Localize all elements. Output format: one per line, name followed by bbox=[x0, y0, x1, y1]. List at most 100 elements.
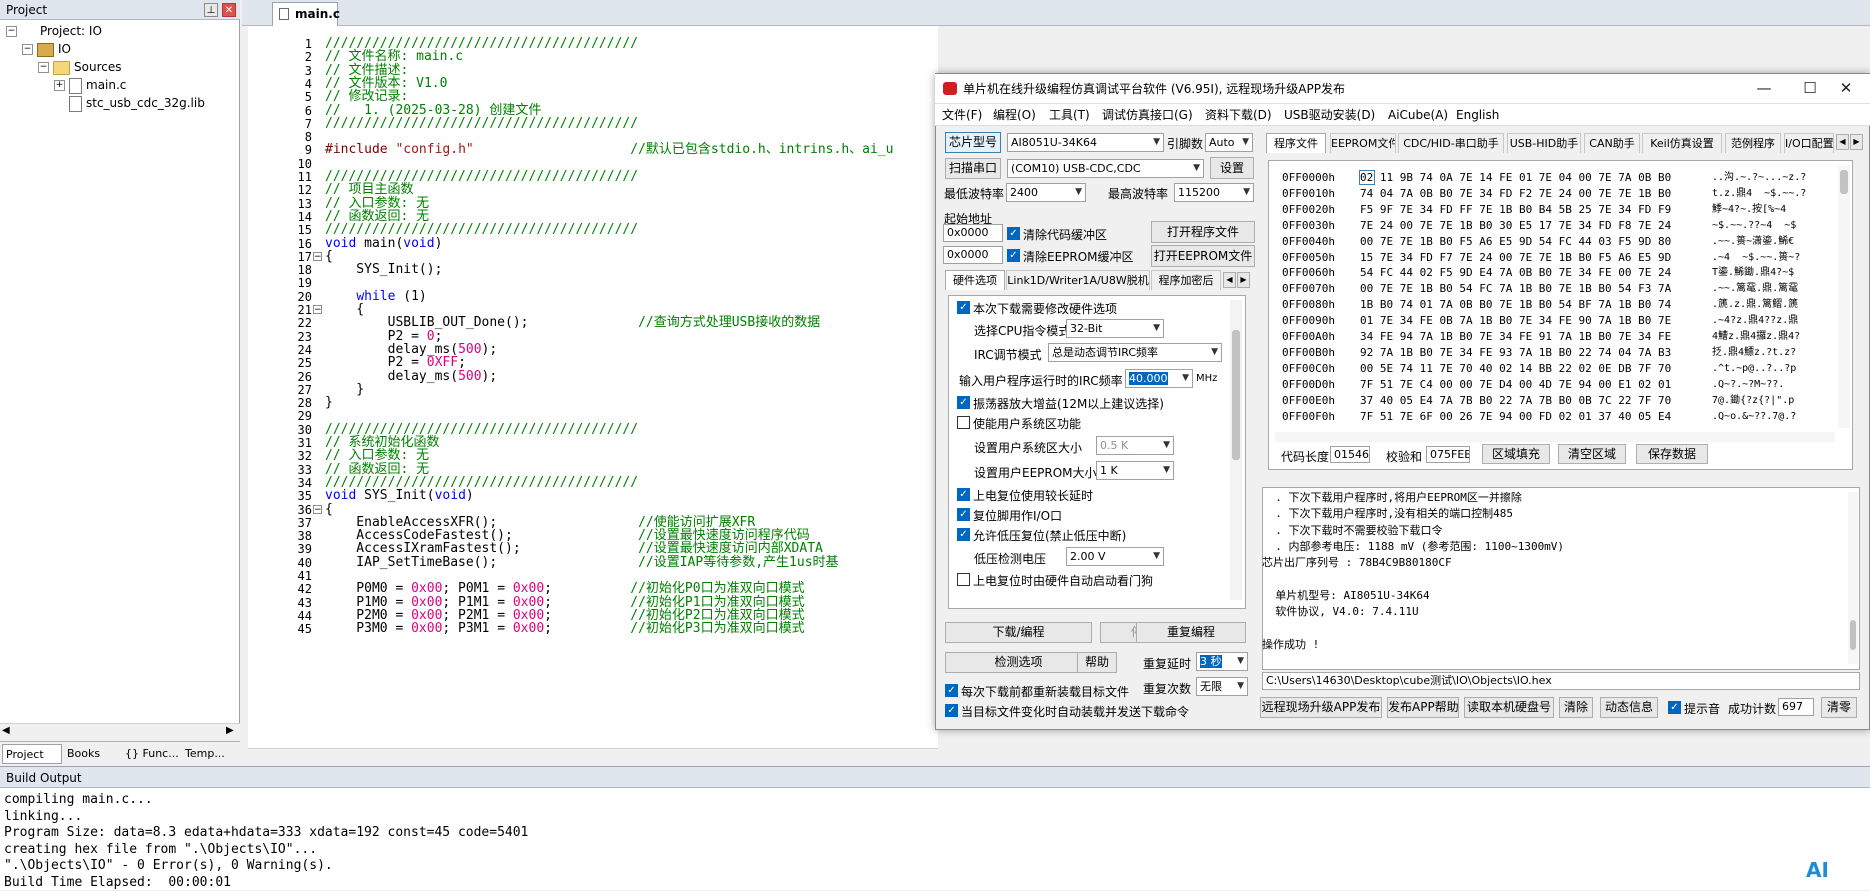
right-tab-1[interactable]: EEPROM文件 bbox=[1330, 133, 1396, 153]
repeat-count-select[interactable]: 无限 ▼ bbox=[1196, 677, 1248, 696]
hw-scrollbar-thumb[interactable] bbox=[1232, 330, 1240, 460]
repeat-delay-select[interactable]: 3 秒 ▼ bbox=[1196, 652, 1248, 671]
tab-functions[interactable]: {} Func... bbox=[122, 744, 180, 764]
right-tab-6[interactable]: 范例程序 bbox=[1725, 133, 1781, 153]
fold-collapse-icon[interactable]: − bbox=[313, 251, 322, 261]
tab-templates[interactable]: Temp... bbox=[182, 744, 238, 764]
tree-item[interactable]: stc_usb_cdc_32g.lib bbox=[54, 93, 205, 113]
irc-mode-select[interactable]: 总是动态调节IRC频率 ▼ bbox=[1048, 343, 1222, 362]
tree-item[interactable]: − Sources bbox=[38, 57, 121, 77]
minimize-icon[interactable]: — bbox=[1744, 76, 1784, 100]
reset-count-button[interactable]: 清零 bbox=[1821, 697, 1857, 718]
modify-hw-checkbox[interactable]: ✓ bbox=[957, 301, 970, 314]
menu-tools[interactable]: 工具(T) bbox=[1049, 106, 1090, 124]
right-tab-3[interactable]: USB-HID助手 bbox=[1507, 133, 1581, 153]
menu-program[interactable]: 编程(O) bbox=[993, 106, 1036, 124]
hex-ascii: T鎏.鯑鋤.鼎4?~$ bbox=[1706, 267, 1795, 279]
fold-collapse-icon[interactable]: − bbox=[313, 504, 322, 514]
menu-download[interactable]: 资料下载(D) bbox=[1205, 106, 1272, 124]
repeat-program-button[interactable]: 重复编程 bbox=[1136, 622, 1246, 643]
tab-scroll-right-icon[interactable]: ▶ bbox=[1237, 272, 1250, 288]
scroll-right-icon[interactable]: ▶ bbox=[226, 725, 234, 736]
right-tab-scroll-left-icon[interactable]: ◀ bbox=[1836, 134, 1849, 150]
lvr-checkbox[interactable]: ✓ bbox=[957, 528, 970, 541]
read-disk-id-button[interactable]: 读取本机硬盘号 bbox=[1464, 697, 1554, 718]
fold-collapse-icon[interactable]: − bbox=[313, 305, 322, 315]
open-program-file-button[interactable]: 打开程序文件 bbox=[1151, 221, 1255, 243]
tree-item[interactable]: − Project: IO bbox=[6, 21, 102, 41]
expand-icon[interactable]: + bbox=[54, 80, 65, 91]
close-panel-button[interactable]: ✕ bbox=[222, 3, 236, 17]
tab-project[interactable]: Project bbox=[2, 744, 62, 764]
max-baud-select[interactable]: 115200 ▼ bbox=[1174, 183, 1254, 202]
osc-gain-checkbox[interactable]: ✓ bbox=[957, 396, 970, 409]
remote-upgrade-button[interactable]: 远程现场升级APP发布 bbox=[1260, 697, 1382, 718]
right-tab-scroll-right-icon[interactable]: ▶ bbox=[1850, 134, 1863, 150]
scroll-left-icon[interactable]: ◀ bbox=[2, 725, 10, 736]
check-options-button[interactable]: 检测选项 bbox=[945, 652, 1092, 673]
right-tab-5[interactable]: Keil仿真设置 bbox=[1642, 133, 1722, 153]
collapse-icon[interactable]: − bbox=[6, 26, 17, 37]
clear-log-button[interactable]: 清除 bbox=[1559, 697, 1593, 718]
menu-aicube[interactable]: AiCube(A) bbox=[1388, 106, 1448, 124]
right-tab-7[interactable]: I/O口配置 bbox=[1784, 133, 1834, 153]
reset-io-checkbox[interactable]: ✓ bbox=[957, 508, 970, 521]
cpu-mode-select[interactable]: 32-Bit ▼ bbox=[1066, 319, 1164, 338]
project-hscrollbar[interactable]: ◀ ▶ bbox=[0, 723, 240, 741]
settings-button[interactable]: 设置 bbox=[1210, 157, 1254, 179]
hex-vscrollbar-thumb[interactable] bbox=[1840, 170, 1848, 194]
tab-encryption[interactable]: 程序加密后 bbox=[1151, 270, 1221, 290]
chip-model-select[interactable]: AI8051U-34K64 ▼ bbox=[1007, 133, 1164, 152]
menu-debug[interactable]: 调试仿真接口(G) bbox=[1102, 106, 1193, 124]
right-tab-2[interactable]: CDC/HID-串口助手 bbox=[1398, 133, 1504, 153]
right-tab-4[interactable]: CAN助手 bbox=[1584, 133, 1640, 153]
auto-load-checkbox[interactable]: ✓ bbox=[945, 704, 958, 717]
wdt-checkbox[interactable] bbox=[957, 573, 970, 586]
hex-hscrollbar[interactable] bbox=[1275, 432, 1835, 442]
clear-eeprom-checkbox[interactable]: ✓ bbox=[1007, 249, 1020, 262]
pin-icon[interactable]: ⊥ bbox=[204, 3, 218, 17]
tree-item[interactable]: − IO bbox=[22, 39, 71, 59]
dynamic-info-button[interactable]: 动态信息 bbox=[1600, 697, 1658, 718]
code-start-address-input[interactable]: 0x0000 bbox=[943, 224, 1003, 242]
user-eeprom-select[interactable]: 1 K ▼ bbox=[1096, 461, 1174, 480]
tab-scroll-left-icon[interactable]: ◀ bbox=[1223, 272, 1236, 288]
tree-item[interactable]: + main.c bbox=[54, 75, 126, 95]
menu-english[interactable]: English bbox=[1456, 106, 1499, 124]
collapse-icon[interactable]: − bbox=[38, 62, 49, 73]
info-vscrollbar-thumb[interactable] bbox=[1850, 620, 1856, 650]
user-sys-checkbox[interactable] bbox=[957, 416, 970, 429]
tab-hardware-options[interactable]: 硬件选项 bbox=[945, 270, 1005, 290]
save-data-button[interactable]: 保存数据 bbox=[1636, 444, 1708, 464]
min-baud-select[interactable]: 2400 ▼ bbox=[1006, 183, 1086, 202]
tip-sound-checkbox[interactable]: ✓ bbox=[1668, 701, 1681, 714]
close-icon[interactable]: ✕ bbox=[1826, 76, 1866, 100]
tab-offline[interactable]: Link1D/Writer1A/U8W脱机 bbox=[1006, 270, 1150, 290]
irc-freq-select[interactable]: 40.000 ▼ bbox=[1125, 369, 1193, 388]
pin-count-select[interactable]: Auto ▼ bbox=[1205, 133, 1253, 152]
long-delay-checkbox[interactable]: ✓ bbox=[957, 488, 970, 501]
clear-area-button[interactable]: 清空区域 bbox=[1558, 444, 1626, 464]
collapse-icon[interactable]: − bbox=[22, 44, 33, 55]
area-fill-button[interactable]: 区域填充 bbox=[1482, 444, 1550, 464]
right-tab-0[interactable]: 程序文件 bbox=[1266, 133, 1326, 153]
scan-port-button[interactable]: 扫描串口 bbox=[945, 158, 1001, 179]
menu-file[interactable]: 文件(F) bbox=[942, 106, 982, 124]
tab-main-c[interactable]: main.c bbox=[272, 2, 340, 26]
port-select[interactable]: (COM10) USB-CDC,CDC ▼ bbox=[1007, 159, 1204, 178]
menu-usb-driver[interactable]: USB驱动安装(D) bbox=[1284, 106, 1375, 124]
lvd-select[interactable]: 2.00 V ▼ bbox=[1066, 547, 1164, 566]
hex-vscrollbar[interactable] bbox=[1838, 166, 1850, 428]
user-sys-size-select[interactable]: 0.5 K ▼ bbox=[1096, 436, 1174, 455]
tab-books[interactable]: Books bbox=[64, 744, 120, 764]
help-button[interactable]: 帮助 bbox=[1077, 652, 1117, 673]
eeprom-start-address-input[interactable]: 0x0000 bbox=[943, 246, 1003, 264]
download-program-button[interactable]: 下载/编程 bbox=[945, 622, 1092, 643]
clear-code-checkbox[interactable]: ✓ bbox=[1007, 227, 1020, 240]
open-eeprom-file-button[interactable]: 打开EEPROM文件 bbox=[1151, 245, 1255, 267]
publish-help-button[interactable]: 发布APP帮助 bbox=[1387, 697, 1459, 718]
chip-model-button[interactable]: 芯片型号 bbox=[945, 132, 1001, 153]
maximize-icon[interactable]: ☐ bbox=[1790, 76, 1830, 100]
reload-checkbox[interactable]: ✓ bbox=[945, 684, 958, 697]
editor-hscrollbar[interactable] bbox=[248, 748, 938, 766]
